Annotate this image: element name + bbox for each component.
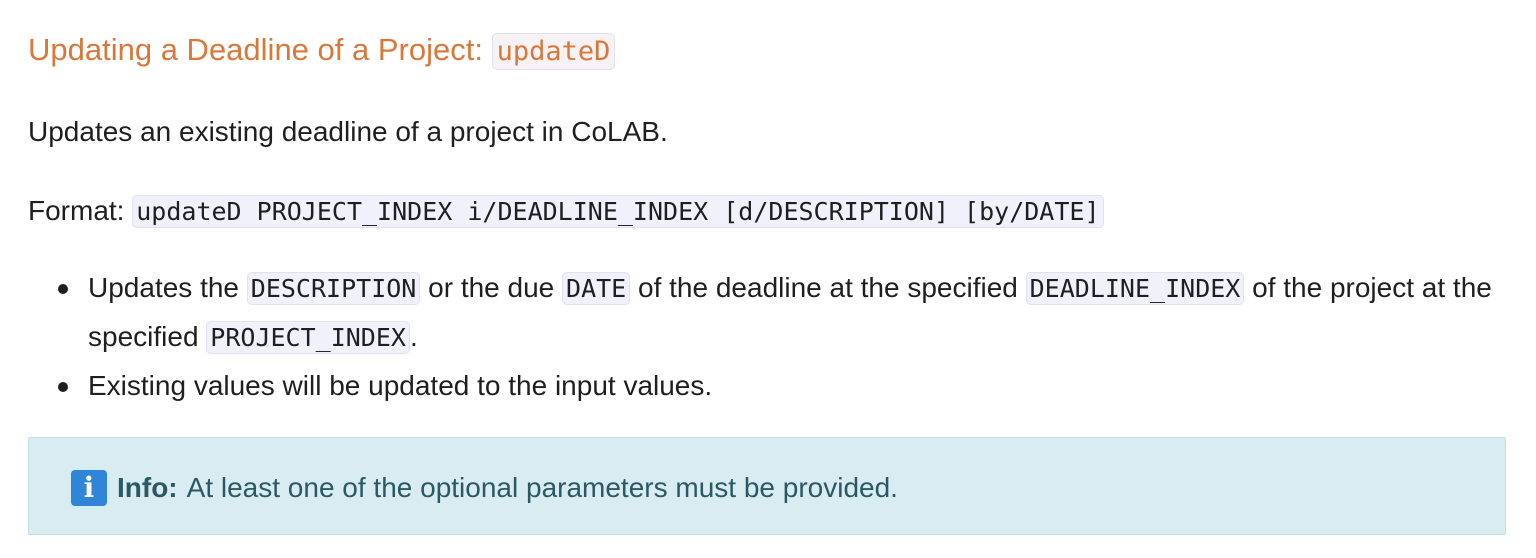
section-heading-text: Updating a Deadline of a Project: [28,32,492,67]
info-text: At least one of the optional parameters … [186,472,898,503]
format-label: Format: [28,195,133,226]
info-callout: i Info: At least one of the optional par… [28,437,1506,535]
info-callout-content: i Info: At least one of the optional par… [71,468,898,508]
param-project-index-code: PROJECT_INDEX [206,321,410,354]
list-item-text: or the due [420,272,563,303]
info-icon: i [71,470,107,506]
list-item: Existing values will be updated to the i… [58,362,1510,410]
usage-notes-list: Updates the DESCRIPTION or the due DATE … [28,264,1510,410]
command-format: Format: updateD PROJECT_INDEX i/DEADLINE… [28,188,1104,235]
param-date-code: DATE [562,272,631,305]
section-heading-command: updateD [491,33,616,70]
list-item-text: . [409,321,418,352]
section-heading: Updating a Deadline of a Project: update… [28,26,616,76]
list-item: Updates the DESCRIPTION or the due DATE … [58,264,1510,362]
list-item-text: of the deadline at the specified [630,272,1026,303]
param-description-code: DESCRIPTION [246,272,421,305]
format-syntax: updateD PROJECT_INDEX i/DEADLINE_INDEX [… [132,195,1104,228]
command-description: Updates an existing deadline of a projec… [28,116,668,147]
info-label: Info: [117,472,178,503]
list-item-text: Updates the [88,272,247,303]
param-deadline-index-code: DEADLINE_INDEX [1025,272,1245,305]
